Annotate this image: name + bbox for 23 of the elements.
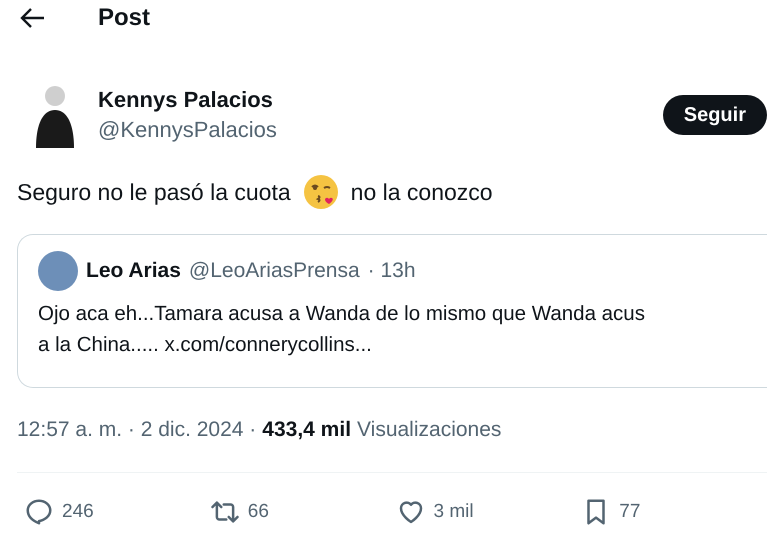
quoted-author-handle: @LeoAriasPrensa [188, 259, 360, 283]
author-name: Kennys Palacios [98, 87, 274, 113]
avatar-placeholder [38, 251, 78, 291]
bookmark-action-button[interactable]: 77 [581, 497, 767, 527]
like-action-button[interactable]: 3 mil [396, 497, 582, 527]
page-title: Post [98, 4, 150, 32]
author-handle: @KennysPalacios [98, 117, 278, 143]
quoted-post-text: a la China..... x.com/connerycollins... [38, 332, 373, 358]
post-text: Seguro no le pasó la cuota [17, 178, 291, 206]
post-timestamp: 12:57 a. m. · 2 dic. 2024 · [17, 418, 256, 442]
reply-action-button[interactable]: 246 [24, 497, 210, 527]
kissing-face-emoji-icon [302, 174, 339, 210]
back-arrow-icon[interactable] [20, 7, 46, 29]
repost-action-button[interactable]: 66 [210, 497, 396, 527]
post-text: no la conozco [350, 178, 493, 206]
speech-bubble-icon [24, 497, 54, 527]
quoted-author-name: Leo Arias [86, 259, 181, 283]
follow-button[interactable]: Seguir [662, 95, 767, 135]
quoted-post-text: Ojo aca eh...Tamara acusa a Wanda de lo mismo que Wanda acus [38, 301, 646, 327]
view-count: 433,4 mil [262, 418, 352, 442]
quoted-post-card[interactable]: Leo Arias @LeoAriasPrensa · 13h Ojo aca eh...Tamara acusa a Wanda de lo mismo que Wanda acus a la China..... x.com/connerycollins... [17, 234, 767, 388]
quoted-post-time: · 13h [368, 259, 416, 283]
views-label: Visualizaciones [357, 418, 502, 442]
